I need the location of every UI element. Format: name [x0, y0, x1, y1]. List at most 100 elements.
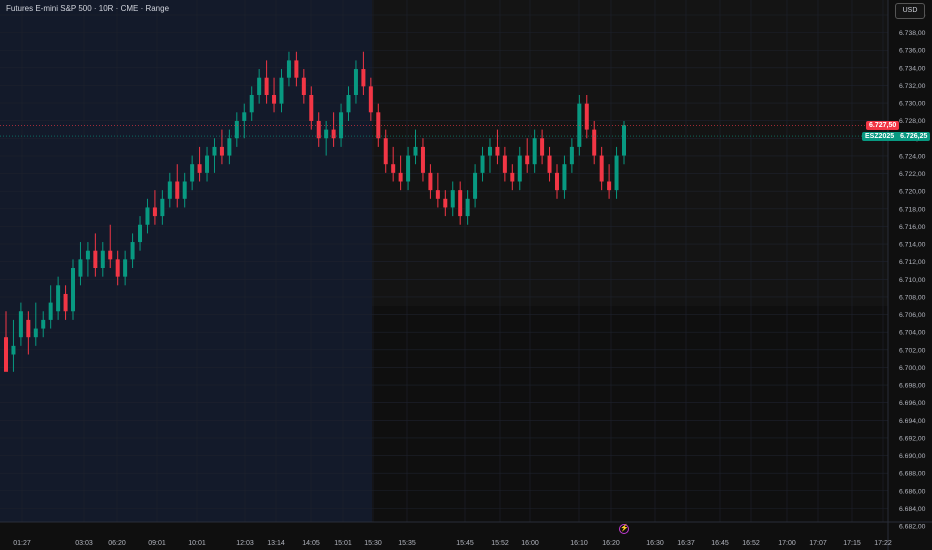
candle [71, 259, 76, 320]
time-tick-label: 10:01 [188, 540, 206, 547]
currency-button[interactable]: USD [895, 3, 925, 19]
candle-body [361, 69, 366, 87]
price-tick-label: 6.730,00 [899, 101, 926, 108]
time-tick-label: 15:35 [398, 540, 416, 547]
candle-body [41, 319, 46, 329]
candle-body [93, 250, 98, 268]
current-price-label: 6.726,25 [900, 132, 928, 140]
session-highlight [0, 0, 372, 522]
price-tick-label: 6.690,00 [899, 453, 926, 460]
price-tick-label: 6.688,00 [899, 471, 926, 478]
price-tick-label: 6.696,00 [899, 400, 926, 407]
candle-body [622, 125, 626, 156]
symbol-price-label: ESZ2025 6.726,25 [862, 131, 931, 141]
price-tick-label: 6.710,00 [899, 277, 926, 284]
candle-body [279, 77, 284, 104]
candle-body [584, 103, 589, 130]
price-tick-label: 6.708,00 [899, 294, 926, 301]
symbol-label: ESZ2025 [865, 132, 895, 140]
candle-body [100, 250, 105, 268]
candle-body [383, 138, 388, 165]
time-tick-label: 14:05 [302, 540, 320, 547]
time-tick-label: 17:00 [778, 540, 796, 547]
candle-body [599, 155, 604, 182]
candle-body [152, 207, 157, 217]
candle-body [540, 138, 545, 156]
candle-body [309, 95, 314, 121]
time-tick-label: 16:45 [711, 540, 729, 547]
candle-body [167, 181, 172, 199]
candle-body [547, 155, 552, 173]
candle-body [324, 129, 329, 139]
candle-body [212, 146, 217, 156]
candle-body [398, 172, 403, 182]
candle-body [138, 224, 143, 243]
candle-body [458, 190, 463, 217]
lightning-icon[interactable]: ⚡ [619, 524, 629, 534]
candle-body [480, 155, 485, 173]
candle-body [301, 77, 306, 95]
time-tick-label: 13:14 [267, 540, 285, 547]
last-price-label: 6.727,50 [866, 120, 900, 130]
price-tick-label: 6.694,00 [899, 418, 926, 425]
candle-body [160, 198, 165, 217]
price-tick-label: 6.728,00 [899, 118, 926, 125]
time-tick-label: 16:00 [521, 540, 539, 547]
time-tick-label: 06:20 [108, 540, 126, 547]
candle-body [413, 146, 418, 156]
candle-body [420, 146, 425, 173]
candle-body [607, 181, 612, 191]
candle-body [78, 259, 83, 277]
chart-title: Futures E-mini S&P 500 · 10R · CME · Ran… [6, 4, 170, 13]
price-tick-label: 6.738,00 [899, 30, 926, 37]
candle-body [205, 155, 210, 173]
time-tick-label: 01:27 [13, 540, 31, 547]
candle-body [450, 190, 455, 208]
candle-body [33, 328, 38, 338]
candle-body [331, 129, 336, 139]
time-tick-label: 17:15 [843, 540, 861, 547]
price-tick-label: 6.712,00 [899, 259, 926, 266]
candle-body [18, 311, 23, 338]
candle-body [391, 164, 396, 173]
candle-body [175, 181, 180, 199]
candle-body [242, 112, 247, 121]
time-tick-label: 16:52 [742, 540, 760, 547]
candle-body [435, 190, 440, 199]
time-tick-label: 17:07 [809, 540, 827, 547]
candle-body [85, 250, 90, 260]
candle-body [495, 146, 500, 156]
time-tick-label: 09:01 [148, 540, 166, 547]
price-tick-label: 6.724,00 [899, 153, 926, 160]
price-tick-label: 6.686,00 [899, 488, 926, 495]
candle-body [353, 69, 358, 95]
candle-body [26, 319, 31, 338]
candle-body [406, 155, 411, 182]
price-tick-label: 6.718,00 [899, 206, 926, 213]
price-chart[interactable]: 6.740,006.738,006.736,006.734,006.732,00… [0, 0, 932, 550]
candle-body [4, 337, 8, 372]
time-tick-label: 15:45 [456, 540, 474, 547]
candle-body [190, 164, 195, 182]
price-tick-label: 6.704,00 [899, 330, 926, 337]
candle-body [554, 172, 559, 191]
candle-body [614, 155, 619, 191]
candle-body [316, 120, 321, 139]
candle-body [465, 198, 470, 217]
candle-body [219, 146, 224, 156]
candle-body [473, 172, 478, 199]
candle-body [264, 77, 269, 95]
time-tick-label: 16:37 [677, 540, 695, 547]
candle-body [197, 164, 202, 173]
candle-body [562, 164, 567, 191]
candle-body [346, 95, 351, 113]
candle-body [257, 77, 262, 95]
candle-body [115, 259, 120, 277]
candle-body [249, 95, 254, 113]
price-tick-label: 6.736,00 [899, 48, 926, 55]
candle-body [525, 155, 530, 165]
extended-highlight [372, 0, 888, 306]
candle-body [123, 259, 128, 277]
price-tick-label: 6.706,00 [899, 312, 926, 319]
price-tick-label: 6.734,00 [899, 65, 926, 72]
